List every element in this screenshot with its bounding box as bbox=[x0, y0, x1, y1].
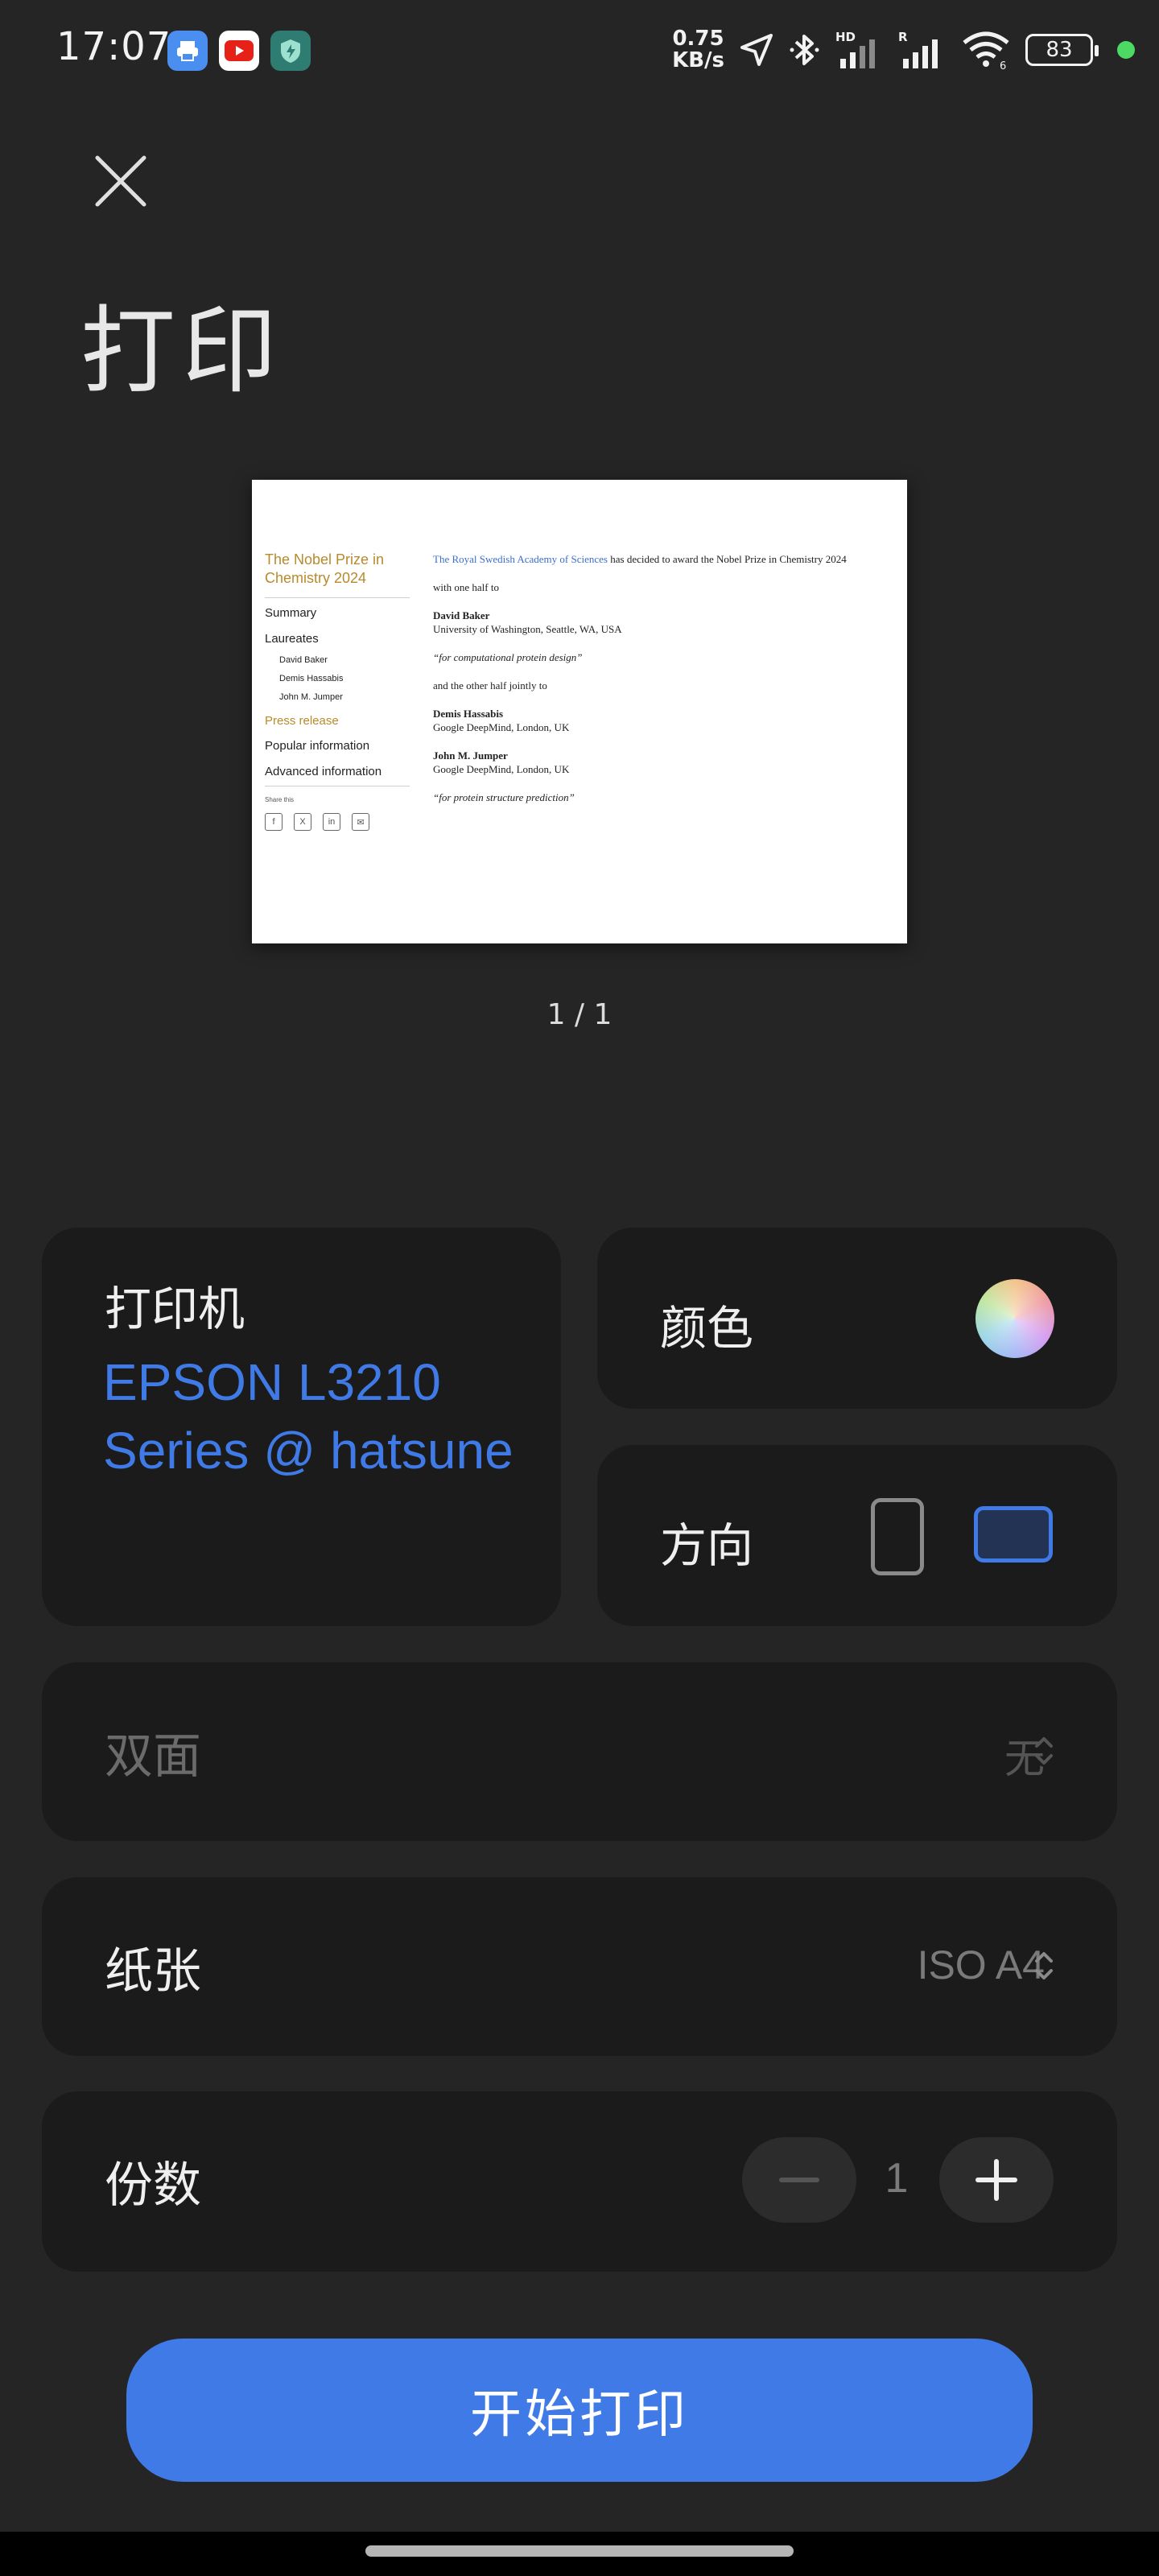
preview-laureate-affiliation: University of Washington, Seattle, WA, U… bbox=[433, 623, 622, 635]
home-indicator[interactable] bbox=[365, 2545, 794, 2557]
status-right-group: 0.75 KB/s HD R 6 83 bbox=[672, 26, 1135, 74]
print-preview[interactable]: The Nobel Prize in Chemistry 2024 Summar… bbox=[252, 480, 907, 943]
decrease-copies-button[interactable] bbox=[742, 2137, 856, 2223]
network-speed-unit: KB/s bbox=[672, 48, 724, 72]
email-icon: ✉ bbox=[352, 813, 369, 831]
preview-laureate-name: David Baker bbox=[433, 609, 490, 621]
chevron-updown-icon[interactable] bbox=[1033, 1946, 1054, 1985]
preview-intro-rest: has decided to award the Nobel Prize in … bbox=[607, 553, 847, 565]
preview-citation: “for protein structure prediction” bbox=[433, 791, 575, 803]
preview-laureate-item: David Baker bbox=[279, 655, 328, 665]
page-indicator: 1 / 1 bbox=[547, 998, 612, 1031]
preview-nav-laureates: Laureates bbox=[265, 632, 319, 646]
landscape-orientation-button[interactable] bbox=[974, 1506, 1053, 1563]
portrait-orientation-button[interactable] bbox=[871, 1498, 924, 1575]
close-icon bbox=[95, 155, 146, 207]
signal-hd-icon: HD bbox=[835, 30, 875, 68]
print-app-icon bbox=[167, 31, 208, 71]
preview-laureate-name: Demis Hassabis bbox=[433, 708, 504, 720]
preview-laureate-name: John M. Jumper bbox=[433, 749, 508, 762]
copies-setting: 份数 1 bbox=[42, 2091, 1117, 2272]
preview-laureate-item: John M. Jumper bbox=[279, 692, 343, 702]
copies-value: 1 bbox=[885, 2155, 909, 2202]
close-button[interactable] bbox=[85, 145, 157, 217]
x-icon: X bbox=[294, 813, 311, 831]
chevron-updown-icon bbox=[1035, 1737, 1053, 1765]
bluetooth-icon bbox=[790, 35, 819, 65]
linkedin-icon: in bbox=[323, 813, 340, 831]
paper-size-setting[interactable]: 纸张 ISO A4 bbox=[42, 1877, 1117, 2056]
preview-half-two: and the other half jointly to bbox=[433, 679, 547, 691]
preview-sidebar: The Nobel Prize in Chemistry 2024 Summar… bbox=[265, 551, 410, 831]
status-bar: 17:07 0.75 KB/s HD R 6 83 bbox=[0, 0, 1159, 105]
minus-icon bbox=[779, 2178, 819, 2182]
svg-text:6: 6 bbox=[1000, 60, 1006, 70]
start-print-button[interactable]: 开始打印 bbox=[126, 2339, 1033, 2482]
printer-label: 打印机 bbox=[105, 1282, 245, 1336]
facebook-icon: f bbox=[265, 813, 283, 831]
paper-value: ISO A4 bbox=[917, 1942, 1045, 1988]
preview-nav-advanced: Advanced information bbox=[265, 765, 382, 778]
plus-icon bbox=[975, 2159, 1017, 2201]
preview-main-text: The Royal Swedish Academy of Sciences ha… bbox=[433, 552, 892, 804]
preview-laureate-item: Demis Hassabis bbox=[279, 674, 344, 683]
paper-label: 纸张 bbox=[105, 1943, 201, 2000]
preview-laureate-affiliation: Google DeepMind, London, UK bbox=[433, 721, 570, 733]
preview-share-icons: f X in ✉ bbox=[265, 813, 410, 831]
youtube-icon bbox=[219, 31, 259, 71]
status-time: 17:07 bbox=[56, 24, 172, 69]
preview-laureate-affiliation: Google DeepMind, London, UK bbox=[433, 763, 570, 775]
preview-nav-press: Press release bbox=[265, 714, 339, 728]
wifi-icon: 6 bbox=[963, 31, 1009, 70]
preview-intro: The Royal Swedish Academy of Sciences ha… bbox=[433, 552, 892, 566]
color-label: 颜色 bbox=[660, 1301, 754, 1356]
preview-citation: “for computational protein design” bbox=[433, 651, 583, 663]
preview-nav-summary: Summary bbox=[265, 606, 317, 620]
duplex-setting: 双面 无 bbox=[42, 1662, 1117, 1841]
page-title: 打印 bbox=[80, 295, 284, 407]
printer-name: EPSON L3210 Series @ hatsune bbox=[103, 1353, 514, 1480]
color-setting[interactable]: 颜色 bbox=[597, 1228, 1117, 1409]
svg-text:R: R bbox=[898, 30, 908, 44]
shield-app-icon bbox=[270, 31, 311, 71]
network-speed-value: 0.75 bbox=[672, 27, 724, 51]
preview-share-label: Share this bbox=[265, 786, 410, 803]
color-mode-icon[interactable] bbox=[975, 1279, 1054, 1358]
svg-text:HD: HD bbox=[835, 30, 856, 44]
increase-copies-button[interactable] bbox=[939, 2137, 1054, 2223]
orientation-label: 方向 bbox=[660, 1518, 754, 1573]
battery-indicator: 83 bbox=[1025, 34, 1099, 66]
privacy-dot bbox=[1117, 41, 1135, 59]
orientation-setting: 方向 bbox=[597, 1445, 1117, 1626]
preview-academy-link: The Royal Swedish Academy of Sciences bbox=[433, 553, 608, 565]
signal-r-icon: R bbox=[898, 30, 938, 68]
location-icon bbox=[740, 34, 773, 66]
preview-half-one: with one half to bbox=[433, 581, 499, 593]
preview-sidebar-title: The Nobel Prize in Chemistry 2024 bbox=[265, 551, 410, 598]
printer-selector[interactable]: 打印机 EPSON L3210 Series @ hatsune bbox=[42, 1228, 561, 1626]
preview-nav-popular: Popular information bbox=[265, 739, 370, 753]
network-speed: 0.75 KB/s bbox=[672, 28, 724, 72]
duplex-label: 双面 bbox=[105, 1728, 201, 1785]
copies-label: 份数 bbox=[105, 2157, 201, 2214]
